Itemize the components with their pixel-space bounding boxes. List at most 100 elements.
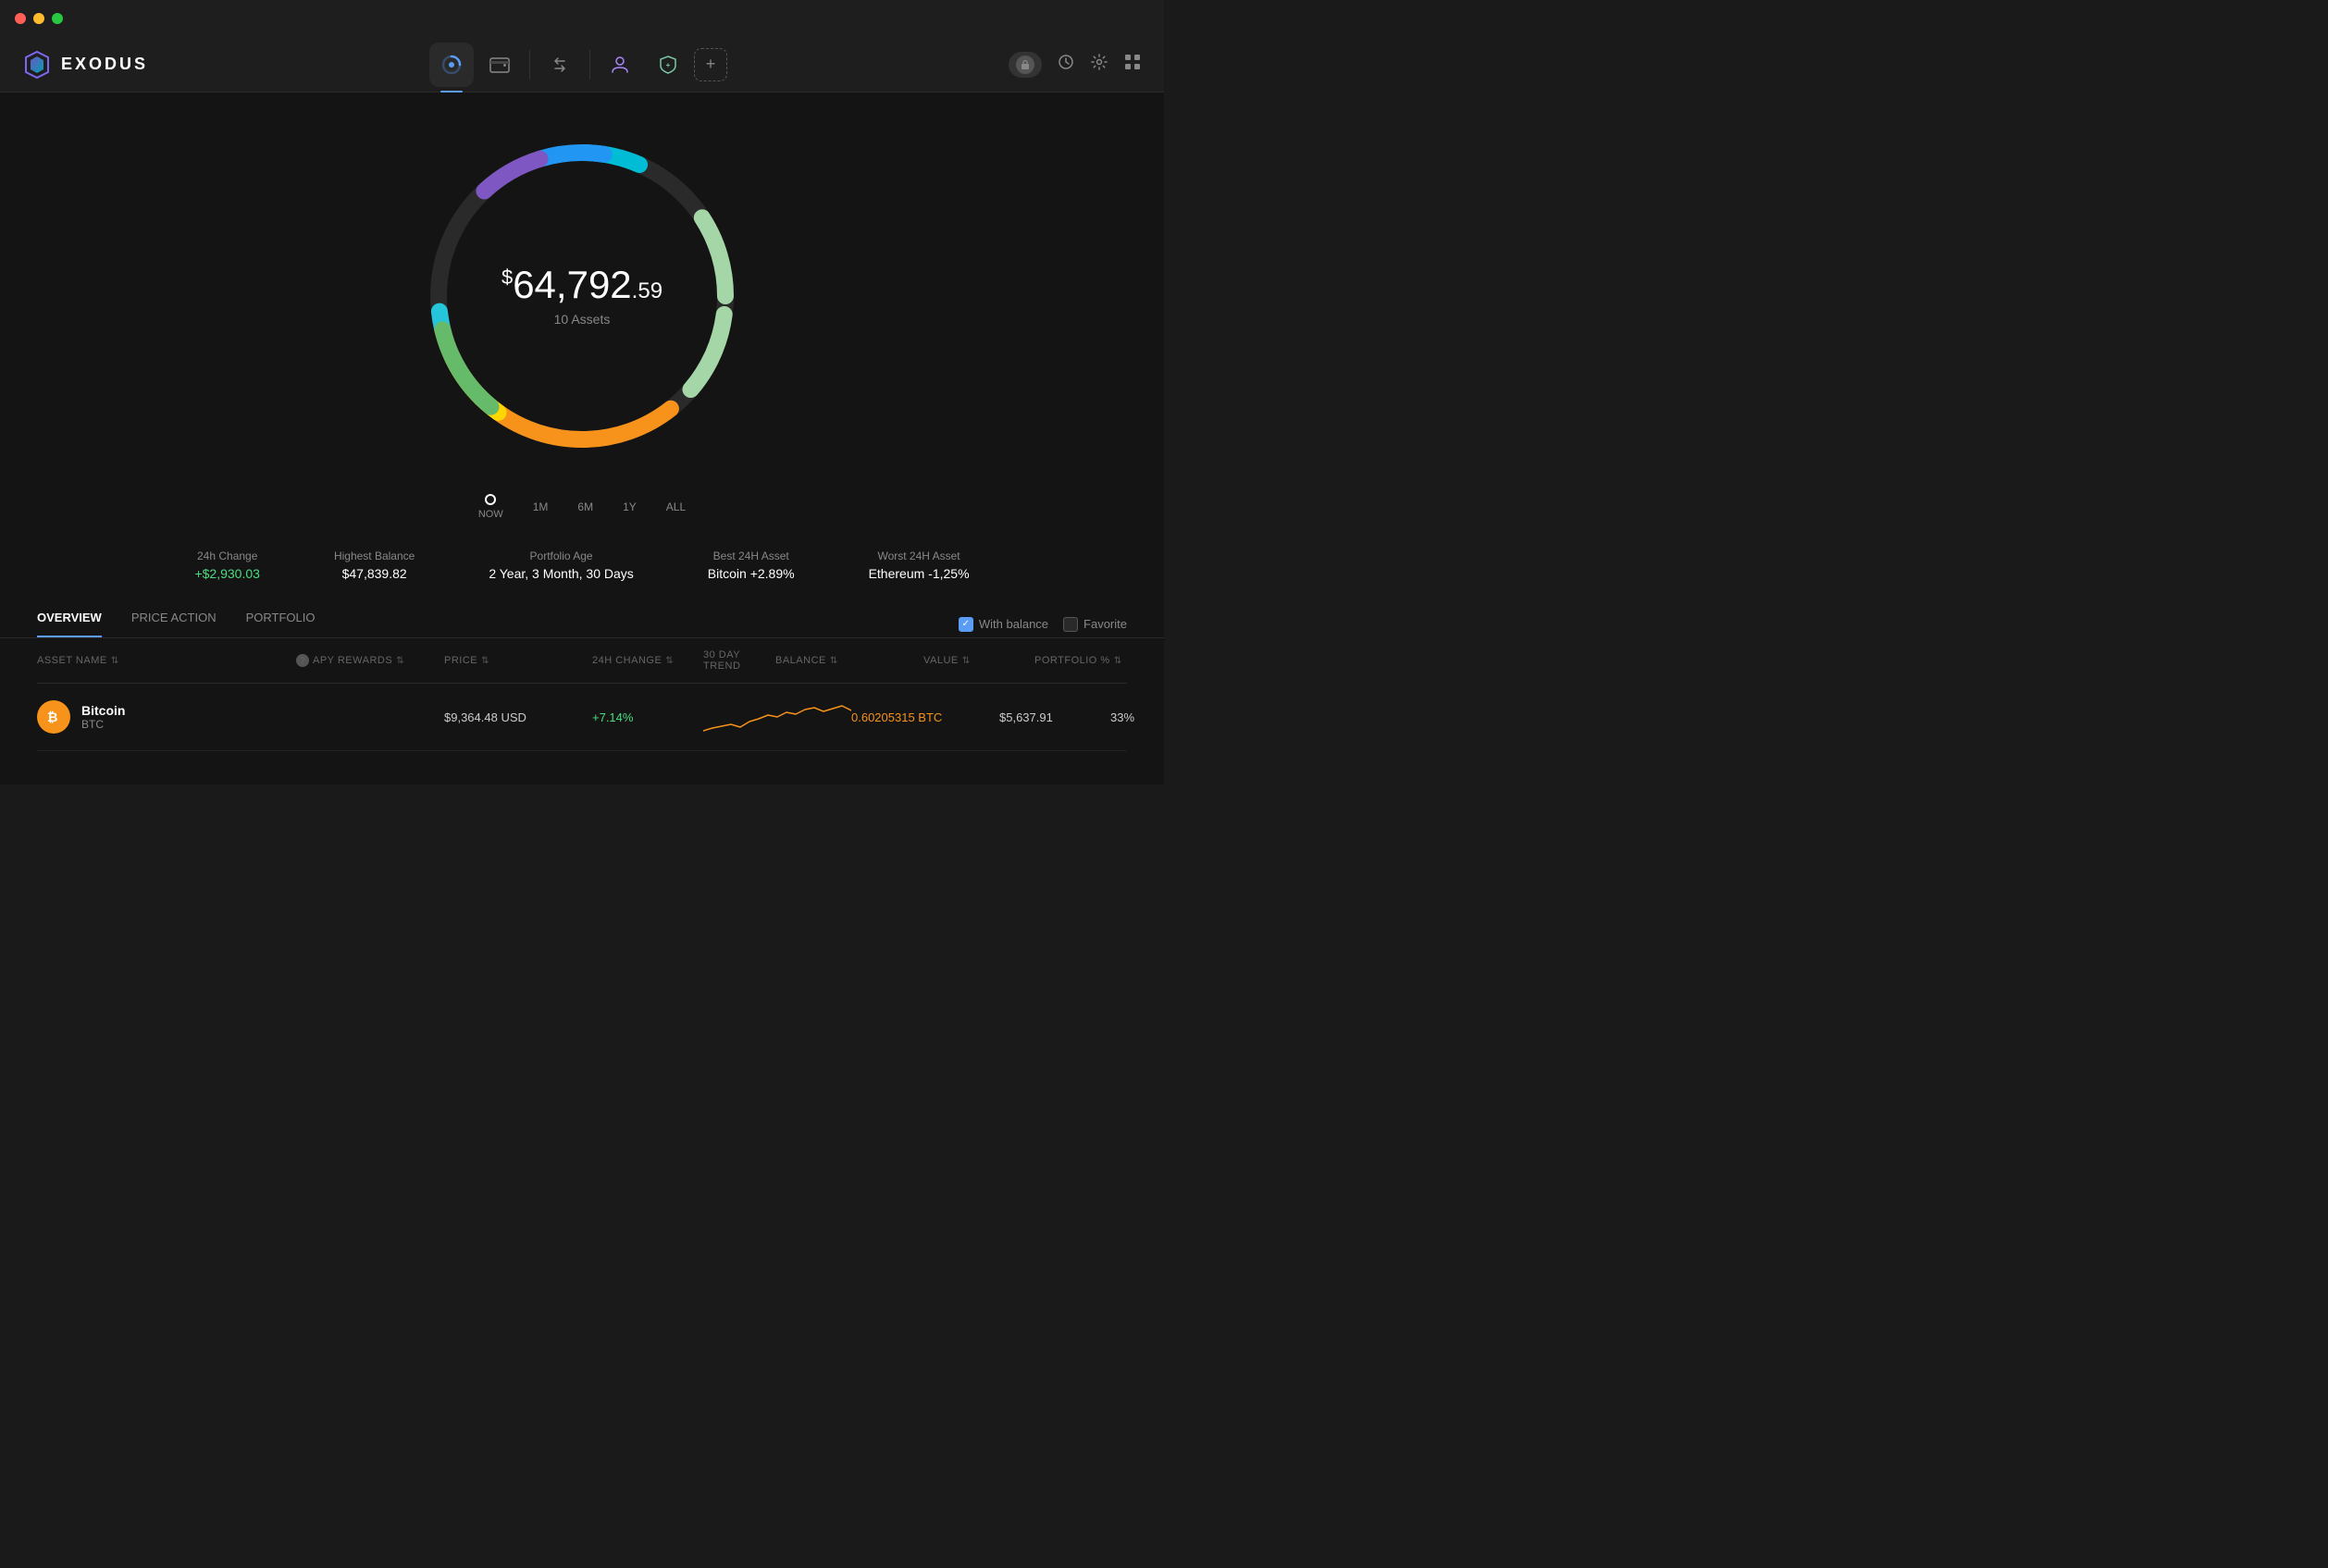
stat-24h-change-value: +$2,930.03 <box>194 566 259 581</box>
nav-wallet[interactable] <box>477 43 522 87</box>
portfolio-total: $64,792.59 <box>502 265 662 304</box>
header-apy-rewards[interactable]: ? APY REWARDS ⇅ <box>296 649 444 672</box>
nav-earn[interactable]: + <box>646 43 690 87</box>
stat-highest-balance-value: $47,839.82 <box>334 566 415 581</box>
bitcoin-portfolio-pct: 33% <box>1110 710 1203 724</box>
sort-asset-name-icon: ⇅ <box>111 656 119 666</box>
svg-text:₿: ₿ <box>47 710 57 724</box>
nav-portfolio[interactable] <box>429 43 474 87</box>
bitcoin-30day-trend <box>703 698 851 735</box>
donut-center-info: $64,792.59 10 Assets <box>502 265 662 327</box>
header-portfolio-pct-label: PORTFOLIO % <box>1034 655 1110 666</box>
bitcoin-balance: 0.60205315 BTC <box>851 710 999 724</box>
tab-price-action[interactable]: PRICE ACTION <box>131 611 217 637</box>
tabs-right-filters: With balance Favorite <box>959 617 1127 632</box>
stat-worst-asset-value: Ethereum -1,25% <box>869 566 970 581</box>
portfolio-donut-chart: $64,792.59 10 Assets <box>406 120 758 472</box>
stat-worst-asset-label: Worst 24H Asset <box>869 549 970 562</box>
minimize-button[interactable] <box>33 13 44 24</box>
close-button[interactable] <box>15 13 26 24</box>
header-24h-change[interactable]: 24H CHANGE ⇅ <box>592 649 703 672</box>
nav-center: + + <box>429 43 727 87</box>
header-asset-name-label: ASSET NAME <box>37 655 107 666</box>
sort-value-icon: ⇅ <box>962 656 971 666</box>
lock-icon <box>1016 56 1034 74</box>
stat-24h-change-label: 24h Change <box>194 549 259 562</box>
settings-icon[interactable] <box>1090 53 1108 76</box>
bitcoin-name-group: Bitcoin BTC <box>81 703 125 731</box>
sort-price-icon: ⇅ <box>481 656 489 666</box>
bitcoin-name: Bitcoin <box>81 703 125 718</box>
header-24h-change-label: 24H CHANGE <box>592 655 662 666</box>
nav-nft[interactable] <box>598 43 642 87</box>
stat-highest-balance-label: Highest Balance <box>334 549 415 562</box>
currency-symbol: $ <box>502 265 513 289</box>
apy-info-icon[interactable]: ? <box>296 654 309 667</box>
nav-right <box>1009 52 1142 78</box>
timeline-1y[interactable]: 1Y <box>623 500 637 513</box>
stat-24h-change: 24h Change +$2,930.03 <box>194 549 259 581</box>
header-value[interactable]: VALUE ⇅ <box>923 649 1034 672</box>
stats-row: 24h Change +$2,930.03 Highest Balance $4… <box>157 549 1006 581</box>
header-balance-label: BALANCE <box>775 655 826 666</box>
tab-portfolio[interactable]: PORTFOLIO <box>246 611 316 637</box>
header-balance[interactable]: BALANCE ⇅ <box>775 649 923 672</box>
header-apy-rewards-label: APY REWARDS <box>313 655 392 666</box>
header-price[interactable]: PRICE ⇅ <box>444 649 592 672</box>
header-value-label: VALUE <box>923 655 959 666</box>
stat-highest-balance: Highest Balance $47,839.82 <box>334 549 415 581</box>
timeline-now[interactable]: NOW <box>478 494 503 520</box>
timeline-6m[interactable]: 6M <box>577 500 593 513</box>
exodus-logo-icon <box>22 50 52 80</box>
tab-overview[interactable]: OVERVIEW <box>37 611 102 637</box>
plus-icon: + <box>706 55 716 74</box>
bitcoin-value: $5,637.91 <box>999 710 1110 724</box>
stat-best-asset-label: Best 24H Asset <box>708 549 795 562</box>
timeline-all[interactable]: ALL <box>666 500 686 513</box>
asset-count: 10 Assets <box>502 312 662 327</box>
nav-exchange[interactable] <box>538 43 582 87</box>
header-asset-name[interactable]: ASSET NAME ⇅ <box>37 649 296 672</box>
sort-24h-icon: ⇅ <box>665 656 674 666</box>
with-balance-checkbox[interactable] <box>959 617 973 632</box>
sort-apy-icon: ⇅ <box>396 656 404 666</box>
filter-with-balance[interactable]: With balance <box>959 617 1048 632</box>
table-row[interactable]: ₿ Bitcoin BTC $9,364.48 USD +7.14% <box>37 684 1127 751</box>
logo-text: EXODUS <box>61 55 148 74</box>
timeline-now-label: NOW <box>478 509 503 520</box>
nav-add-button[interactable]: + <box>694 48 727 81</box>
tabs: OVERVIEW PRICE ACTION PORTFOLIO With bal… <box>37 611 1127 637</box>
header-30-day-trend: 30 DAY TREND <box>703 649 775 672</box>
nav-divider <box>529 50 530 80</box>
lock-toggle[interactable] <box>1009 52 1042 78</box>
sort-balance-icon: ⇅ <box>830 656 838 666</box>
maximize-button[interactable] <box>52 13 63 24</box>
with-balance-label: With balance <box>979 617 1048 631</box>
timeline: NOW 1M 6M 1Y ALL <box>478 487 686 527</box>
sort-portfolio-icon: ⇅ <box>1114 656 1122 666</box>
main-content: $64,792.59 10 Assets NOW 1M 6M 1Y ALL 24… <box>0 93 1164 784</box>
svg-text:+: + <box>666 61 671 69</box>
timeline-1m[interactable]: 1M <box>533 500 549 513</box>
header-30-day-trend-label: 30 DAY TREND <box>703 649 775 672</box>
favorite-checkbox[interactable] <box>1063 617 1078 632</box>
portfolio-section: $64,792.59 10 Assets NOW 1M 6M 1Y ALL 24… <box>0 93 1164 751</box>
header: EXODUS <box>0 37 1164 93</box>
header-portfolio-pct[interactable]: PORTFOLIO % ⇅ <box>1034 649 1127 672</box>
stat-portfolio-age-value: 2 Year, 3 Month, 30 Days <box>489 566 633 581</box>
history-icon[interactable] <box>1057 53 1075 76</box>
table-header: ASSET NAME ⇅ ? APY REWARDS ⇅ PRICE ⇅ 24H… <box>37 638 1127 684</box>
favorite-label: Favorite <box>1084 617 1127 631</box>
logo: EXODUS <box>22 50 148 80</box>
bitcoin-price: $9,364.48 USD <box>444 710 592 724</box>
asset-table: ASSET NAME ⇅ ? APY REWARDS ⇅ PRICE ⇅ 24H… <box>0 638 1164 751</box>
bitcoin-ticker: BTC <box>81 718 125 731</box>
stat-portfolio-age-label: Portfolio Age <box>489 549 633 562</box>
bitcoin-icon: ₿ <box>37 700 70 734</box>
filter-favorite[interactable]: Favorite <box>1063 617 1127 632</box>
grid-icon[interactable] <box>1123 53 1142 76</box>
header-price-label: PRICE <box>444 655 477 666</box>
timeline-dot-circle <box>485 494 496 505</box>
stat-best-asset: Best 24H Asset Bitcoin +2.89% <box>708 549 795 581</box>
nav-divider-2 <box>589 50 590 80</box>
